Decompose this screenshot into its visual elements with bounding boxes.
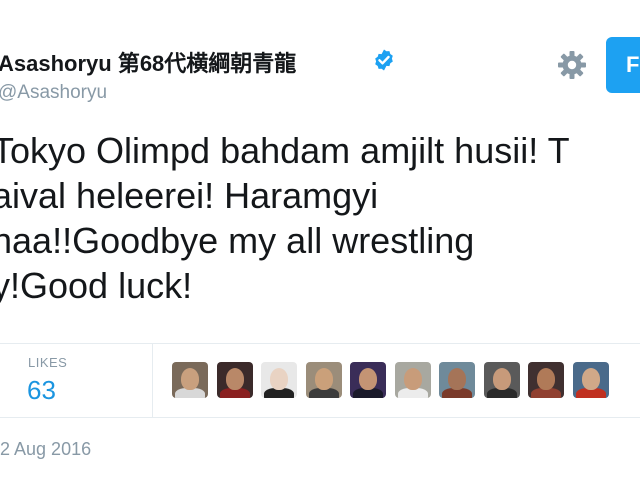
avatar-face: [181, 368, 199, 390]
display-name[interactable]: Asashoryu 第68代横綱朝青龍: [0, 46, 296, 78]
likes-count[interactable]: 63: [27, 375, 56, 406]
follow-button[interactable]: F: [606, 37, 640, 93]
liker-avatars: [172, 362, 617, 400]
avatar-face: [581, 368, 600, 390]
tweet-line: Tokyo Olimpd bahdam amjilt husii! T: [0, 130, 570, 171]
avatar-face: [270, 368, 288, 390]
avatar-face: [537, 368, 555, 390]
liker-avatar[interactable]: [528, 362, 564, 398]
liker-avatar[interactable]: [305, 362, 342, 398]
avatar-face: [225, 368, 244, 390]
liker-avatar[interactable]: [350, 362, 386, 398]
likes-label: LIKES: [28, 355, 68, 370]
avatar-face: [403, 368, 422, 390]
avatar-face: [359, 368, 377, 390]
divider: [152, 343, 153, 417]
liker-avatar[interactable]: [572, 362, 609, 398]
avatar-face: [448, 368, 466, 390]
tweet-line: haa!!Goodbye my all wrestling: [0, 220, 475, 261]
liker-avatar[interactable]: [172, 362, 208, 398]
verified-badge-icon: [375, 49, 393, 71]
liker-avatar[interactable]: [439, 362, 475, 398]
liker-avatar[interactable]: [216, 362, 253, 398]
user-handle[interactable]: @Asashoryu: [0, 82, 107, 104]
tweet-timestamp[interactable]: 22 Aug 2016: [0, 439, 91, 460]
divider: [0, 417, 640, 418]
liker-avatar[interactable]: [483, 362, 520, 398]
tweet-header: Asashoryu 第68代横綱朝青龍 @Asashoryu: [0, 38, 640, 108]
avatar-face: [492, 368, 511, 390]
avatar-face: [314, 368, 333, 390]
divider: [0, 343, 640, 344]
tweet-line: aival heleerei! Haramgyi: [0, 175, 379, 216]
tweet-text: Tokyo Olimpd bahdam amjilt husii! T aiva…: [0, 128, 640, 308]
tweet-line: y!Good luck!: [0, 265, 193, 306]
liker-avatar[interactable]: [261, 362, 297, 398]
follow-button-label: F: [626, 52, 640, 77]
gear-icon[interactable]: [557, 50, 587, 80]
liker-avatar[interactable]: [394, 362, 431, 398]
